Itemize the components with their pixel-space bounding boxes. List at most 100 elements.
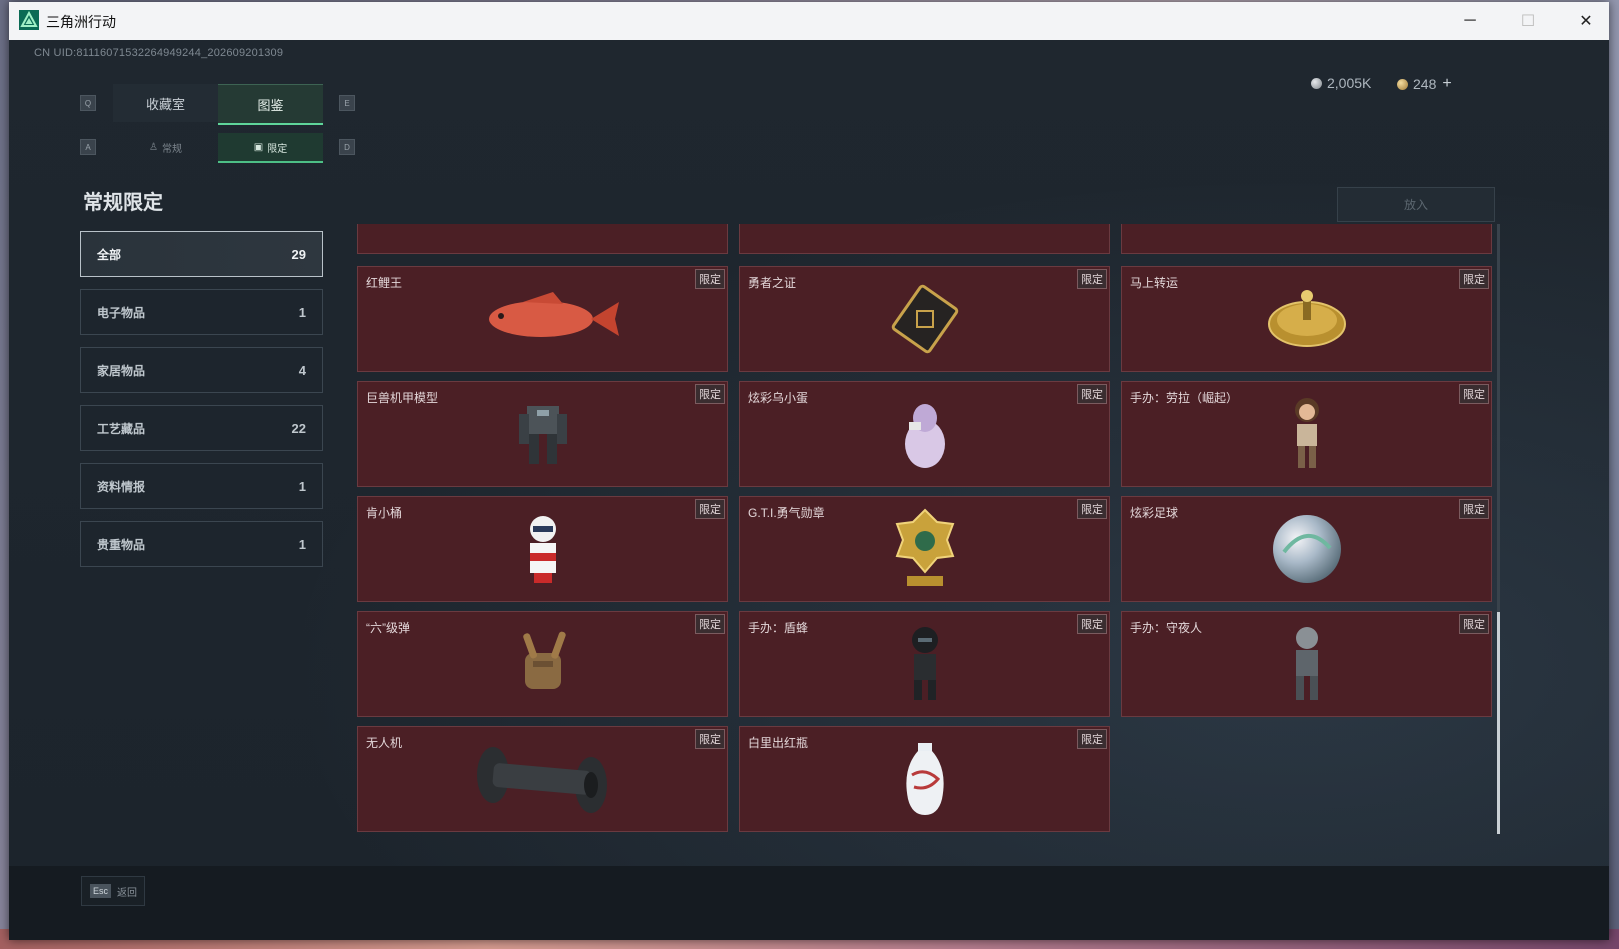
- tab-catalog[interactable]: 图鉴: [218, 84, 323, 125]
- app-logo-icon: [19, 10, 39, 30]
- window-title: 三角洲行动: [46, 14, 116, 30]
- silver-coin-icon: [1311, 77, 1322, 89]
- item-grid-scrollbar[interactable]: [1497, 224, 1500, 834]
- item-card[interactable]: “六”级弹 限定: [357, 611, 728, 717]
- item-name: 无人机: [366, 736, 403, 750]
- category-label: 工艺藏品: [97, 421, 146, 436]
- category-electronics[interactable]: 电子物品 1: [80, 289, 323, 335]
- item-name: 炫彩乌小蛋: [748, 391, 809, 405]
- category-count: 1: [298, 478, 306, 494]
- item-name: 手办：盾蜂: [748, 621, 809, 635]
- add-currency-button[interactable]: +: [1442, 75, 1451, 93]
- limited-tag: 限定: [695, 614, 725, 634]
- category-count: 1: [298, 304, 306, 320]
- item-name: 勇者之证: [748, 276, 797, 290]
- category-crafts[interactable]: 工艺藏品 22: [80, 405, 323, 451]
- drone-icon: [476, 747, 607, 813]
- subtab-limited[interactable]: ▣ 限定: [218, 133, 323, 163]
- limited-tag: 限定: [1459, 499, 1489, 519]
- item-card[interactable]: G.T.I.勇气勋章 限定: [739, 496, 1110, 602]
- uid-label: CN UID:81116071532264949244_202609201309: [34, 47, 284, 59]
- item-card-partial[interactable]: [357, 224, 728, 254]
- category-count: 29: [291, 246, 306, 262]
- silver-currency: 2,005K: [1311, 75, 1371, 91]
- limited-tag: 限定: [1459, 269, 1489, 289]
- item-card[interactable]: 手办：守夜人 限定: [1121, 611, 1492, 717]
- limited-tag: 限定: [1077, 614, 1107, 634]
- key-hint-q: Q: [80, 95, 96, 111]
- item-card[interactable]: 白里出红瓶 限定: [739, 726, 1110, 832]
- item-card[interactable]: 红鲤王 限定: [357, 266, 728, 372]
- regular-icon: ♙: [149, 141, 158, 153]
- item-card[interactable]: 手办：盾蜂 限定: [739, 611, 1110, 717]
- put-in-button[interactable]: 放入: [1337, 187, 1495, 222]
- category-valuables[interactable]: 贵重物品 1: [80, 521, 323, 567]
- item-name: 手办：守夜人: [1130, 621, 1203, 635]
- item-name: “六”级弹: [366, 621, 410, 635]
- limited-tag: 限定: [695, 499, 725, 519]
- item-name: 手办：劳拉（崛起）: [1130, 391, 1239, 405]
- item-card[interactable]: 肯小桶 限定: [357, 496, 728, 602]
- limited-tag: 限定: [1459, 614, 1489, 634]
- category-all[interactable]: 全部 29: [80, 231, 323, 277]
- lucky-spinner-icon: [1267, 290, 1346, 347]
- colorful-football-icon: [1272, 515, 1341, 583]
- kfc-bucket-figure-icon: [529, 516, 556, 583]
- item-card-partial[interactable]: [1121, 224, 1492, 254]
- maximize-button[interactable]: ☐: [1499, 2, 1557, 40]
- limited-tag: 限定: [1077, 499, 1107, 519]
- item-card[interactable]: 炫彩足球 限定: [1121, 496, 1492, 602]
- category-household[interactable]: 家居物品 4: [80, 347, 323, 393]
- esc-key-hint: Esc: [90, 884, 112, 898]
- six-grade-bullet-hand-icon: [522, 631, 566, 689]
- key-hint-d: D: [339, 139, 355, 155]
- lara-figure-icon: [1294, 398, 1319, 468]
- back-button[interactable]: Esc 返回: [81, 876, 145, 906]
- colorful-egg-icon: [904, 404, 945, 468]
- item-grid: 红鲤王 限定 勇者之证 限定 马上转运 限定 巨兽机甲模型 限定 炫彩乌小蛋 限…: [355, 224, 1503, 834]
- minimize-button[interactable]: ─: [1441, 2, 1499, 40]
- item-card-partial[interactable]: [739, 224, 1110, 254]
- limited-tag: 限定: [695, 729, 725, 749]
- mech-model-icon: [518, 406, 567, 464]
- category-count: 4: [298, 362, 306, 378]
- item-card[interactable]: 巨兽机甲模型 限定: [357, 381, 728, 487]
- section-title: 常规限定: [83, 192, 163, 214]
- subtab-regular-label: 常规: [161, 143, 182, 155]
- limited-tag: 限定: [1077, 269, 1107, 289]
- item-card[interactable]: 勇者之证 限定: [739, 266, 1110, 372]
- item-card[interactable]: 炫彩乌小蛋 限定: [739, 381, 1110, 487]
- category-intel[interactable]: 资料情报 1: [80, 463, 323, 509]
- category-label: 全部: [97, 247, 122, 262]
- limited-tag: 限定: [1077, 384, 1107, 404]
- item-name: 白里出红瓶: [748, 736, 809, 750]
- subtab-limited-label: 限定: [267, 143, 288, 155]
- hero-proof-card-icon: [891, 284, 958, 354]
- subtab-regular[interactable]: ♙ 常规: [113, 133, 218, 161]
- red-carp-icon: [488, 292, 619, 337]
- item-name: 炫彩足球: [1130, 506, 1179, 520]
- category-label: 贵重物品: [97, 537, 146, 552]
- back-label: 返回: [117, 887, 138, 899]
- item-name: 肯小桶: [366, 506, 403, 520]
- item-card[interactable]: 马上转运 限定: [1121, 266, 1492, 372]
- scrollbar-thumb[interactable]: [1497, 612, 1500, 834]
- limited-tag: 限定: [695, 384, 725, 404]
- limited-tag: 限定: [1459, 384, 1489, 404]
- item-name: 巨兽机甲模型: [366, 391, 439, 405]
- shield-bee-figure-icon: [911, 627, 938, 700]
- category-label: 电子物品: [97, 305, 146, 320]
- key-hint-a: A: [80, 139, 96, 155]
- silver-amount: 2,005K: [1327, 75, 1372, 91]
- tab-collection-room[interactable]: 收藏室: [113, 84, 218, 122]
- close-button[interactable]: ✕: [1557, 2, 1609, 40]
- title-bar: 三角洲行动 ─ ☐ ✕: [9, 2, 1609, 40]
- item-card[interactable]: 无人机 限定: [357, 726, 728, 832]
- category-count: 22: [291, 420, 306, 436]
- key-hint-e: E: [339, 95, 355, 111]
- item-card[interactable]: 手办：劳拉（崛起） 限定: [1121, 381, 1492, 487]
- porcelain-vase-icon: [905, 743, 944, 815]
- item-name: G.T.I.勇气勋章: [748, 506, 825, 520]
- limited-icon: ▣: [253, 141, 264, 153]
- gti-medal-icon: [895, 508, 954, 586]
